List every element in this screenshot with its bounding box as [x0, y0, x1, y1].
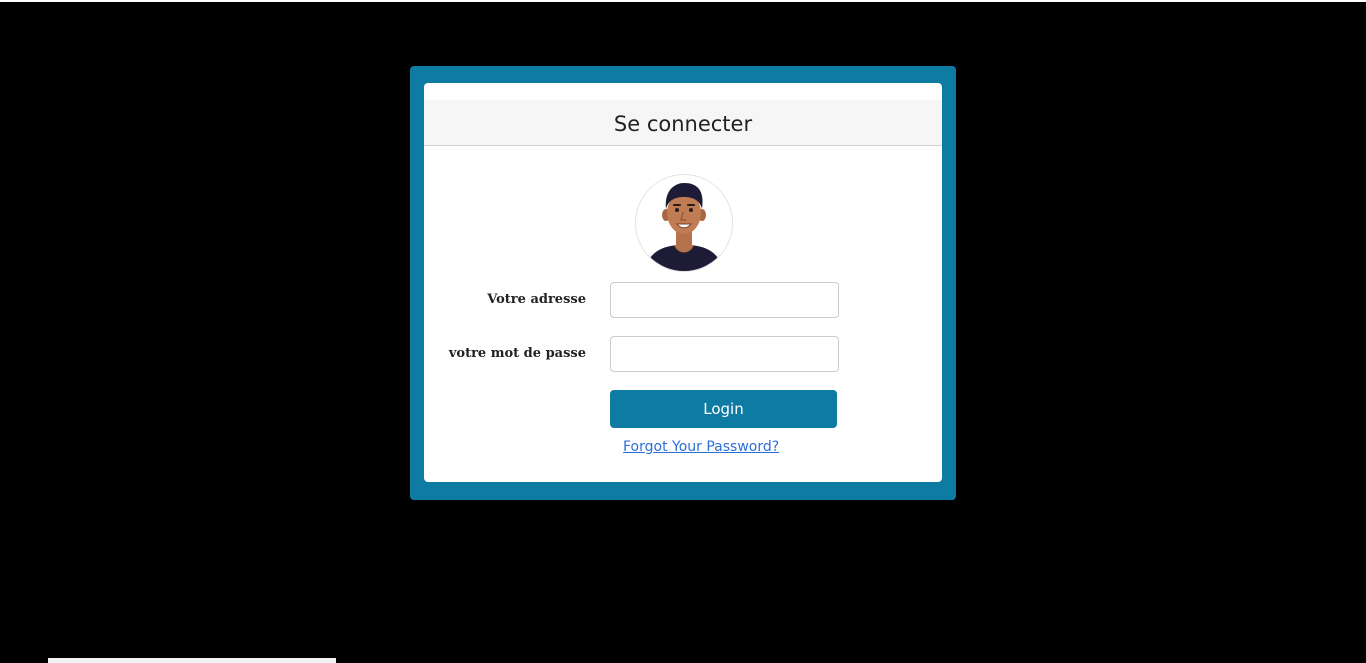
taskbar-strip: [48, 658, 336, 663]
forgot-password-link[interactable]: Forgot Your Password?: [623, 439, 779, 455]
user-avatar-icon: [635, 174, 733, 272]
top-border: [0, 0, 1366, 2]
email-label: Votre adresse: [487, 292, 586, 307]
password-label: votre mot de passe: [448, 346, 586, 361]
page-title: Se connecter: [613, 111, 753, 136]
login-card: Se connecter Votre adresse votre mot de …: [424, 83, 942, 482]
login-button[interactable]: Login: [610, 390, 837, 428]
email-field[interactable]: [610, 282, 839, 318]
login-frame: Se connecter Votre adresse votre mot de …: [410, 66, 956, 500]
card-header: Se connecter: [424, 100, 942, 146]
password-field[interactable]: [610, 336, 839, 372]
